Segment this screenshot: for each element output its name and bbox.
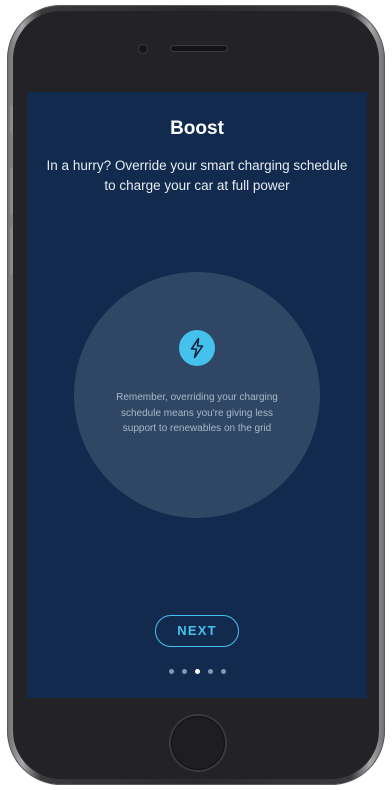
- pagination-dot[interactable]: [194, 669, 200, 674]
- stage: Boost In a hurry? Override your smart ch…: [0, 0, 392, 790]
- home-button[interactable]: [171, 716, 225, 770]
- earpiece-speaker: [171, 46, 227, 51]
- pagination-dot[interactable]: [220, 669, 226, 674]
- pagination-dot[interactable]: [181, 669, 187, 674]
- lightning-bolt-icon: [179, 330, 215, 366]
- onboarding-screen: Boost In a hurry? Override your smart ch…: [27, 92, 367, 698]
- pagination-dot[interactable]: [168, 669, 174, 674]
- next-button[interactable]: NEXT: [155, 615, 239, 647]
- front-camera: [139, 45, 147, 53]
- page-title: Boost: [170, 118, 224, 139]
- pagination-dot[interactable]: [207, 669, 213, 674]
- page-subtitle: In a hurry? Override your smart charging…: [46, 158, 348, 193]
- info-circle: Remember, overriding your charging sched…: [74, 272, 320, 518]
- pagination-dots: [27, 669, 367, 677]
- info-text: Remember, overriding your charging sched…: [116, 392, 278, 434]
